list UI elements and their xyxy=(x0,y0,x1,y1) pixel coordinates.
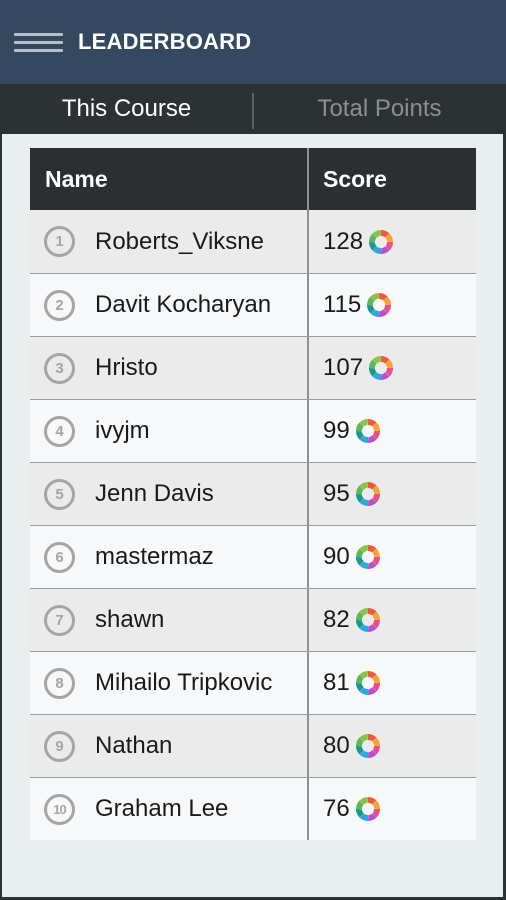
column-header-score: Score xyxy=(323,165,387,192)
rank-badge: 9 xyxy=(44,730,75,762)
score-value: 95 xyxy=(323,480,350,507)
leaderboard-content: Name Score 1 Roberts_Viksne 128 2 Davit Koch… xyxy=(2,134,503,897)
player-name: Mihailo Tripkovic xyxy=(95,669,273,696)
sololearn-logo-icon xyxy=(355,796,380,822)
table-header: Name Score xyxy=(30,148,476,210)
table-row[interactable]: 3 Hristo 107 xyxy=(30,336,476,399)
rank-badge: 6 xyxy=(44,541,75,573)
score-value: 90 xyxy=(323,543,350,570)
table-row[interactable]: 6 mastermaz 90 xyxy=(30,525,476,588)
table-row[interactable]: 9 Nathan 80 xyxy=(30,714,476,777)
score-value: 107 xyxy=(323,354,364,381)
score-cell: 95 xyxy=(309,463,476,525)
player-name: Jenn Davis xyxy=(95,480,214,507)
score-value: 99 xyxy=(323,417,350,444)
player-name: shawn xyxy=(95,606,165,633)
score-cell: 76 xyxy=(309,778,476,840)
player-name: Davit Kocharyan xyxy=(95,291,272,318)
table-row[interactable]: 1 Roberts_Viksne 128 xyxy=(30,210,476,273)
player-name: mastermaz xyxy=(95,543,214,570)
score-cell: 115 xyxy=(309,274,476,336)
name-cell: 9 Nathan xyxy=(30,715,309,777)
score-cell: 128 xyxy=(309,210,476,273)
tab-divider xyxy=(252,93,254,129)
sololearn-logo-icon xyxy=(355,544,380,570)
page-title: LEADERBOARD xyxy=(78,29,252,54)
score-value: 76 xyxy=(323,795,350,822)
sololearn-logo-icon xyxy=(355,481,380,507)
score-cell: 90 xyxy=(309,526,476,588)
sololearn-logo-icon xyxy=(355,733,380,759)
tab-bar: This Course Total Points xyxy=(0,84,506,134)
player-name: Hristo xyxy=(95,354,158,381)
rank-badge: 5 xyxy=(44,478,75,510)
table-row[interactable]: 4 ivyjm 99 xyxy=(30,399,476,462)
score-cell: 107 xyxy=(309,337,476,399)
rank-badge: 2 xyxy=(44,289,75,321)
table-row[interactable]: 8 Mihailo Tripkovic 81 xyxy=(30,651,476,714)
leaderboard-table: Name Score 1 Roberts_Viksne 128 2 Davit Koch… xyxy=(30,148,476,840)
name-cell: 7 shawn xyxy=(30,589,309,651)
rank-badge: 10 xyxy=(44,793,75,825)
table-body: 1 Roberts_Viksne 128 2 Davit Kocharyan 115 3 Hr… xyxy=(30,210,476,840)
score-value: 80 xyxy=(323,732,350,759)
sololearn-logo-icon xyxy=(367,292,392,318)
rank-badge: 4 xyxy=(44,415,75,447)
sololearn-logo-icon xyxy=(355,418,380,444)
rank-badge: 1 xyxy=(44,226,75,257)
table-row[interactable]: 2 Davit Kocharyan 115 xyxy=(30,273,476,336)
player-name: Roberts_Viksne xyxy=(95,227,264,255)
hamburger-menu-icon[interactable] xyxy=(14,33,63,53)
name-cell: 6 mastermaz xyxy=(30,526,309,588)
score-value: 82 xyxy=(323,606,350,633)
score-cell: 81 xyxy=(309,652,476,714)
name-cell: 8 Mihailo Tripkovic xyxy=(30,652,309,714)
score-value: 128 xyxy=(323,227,364,255)
tab-total-points[interactable]: Total Points xyxy=(253,84,506,134)
score-value: 81 xyxy=(323,669,350,696)
score-cell: 99 xyxy=(309,400,476,462)
column-header-name: Name xyxy=(30,148,309,210)
name-cell: 1 Roberts_Viksne xyxy=(30,210,309,273)
sololearn-logo-icon xyxy=(369,355,394,381)
app-bar: LEADERBOARD xyxy=(0,0,506,84)
name-cell: 10 Graham Lee xyxy=(30,778,309,840)
name-cell: 4 ivyjm xyxy=(30,400,309,462)
sololearn-logo-icon xyxy=(369,229,394,254)
name-cell: 2 Davit Kocharyan xyxy=(30,274,309,336)
table-row[interactable]: 10 Graham Lee 76 xyxy=(30,777,476,840)
sololearn-logo-icon xyxy=(355,607,380,633)
name-cell: 3 Hristo xyxy=(30,337,309,399)
rank-badge: 7 xyxy=(44,604,75,636)
score-value: 115 xyxy=(323,291,362,318)
table-row[interactable]: 7 shawn 82 xyxy=(30,588,476,651)
score-cell: 80 xyxy=(309,715,476,777)
rank-badge: 8 xyxy=(44,667,75,699)
tab-this-course[interactable]: This Course xyxy=(0,84,253,134)
player-name: Graham Lee xyxy=(95,795,229,822)
player-name: Nathan xyxy=(95,732,173,759)
rank-badge: 3 xyxy=(44,352,75,384)
score-cell: 82 xyxy=(309,589,476,651)
name-cell: 5 Jenn Davis xyxy=(30,463,309,525)
table-row[interactable]: 5 Jenn Davis 95 xyxy=(30,462,476,525)
player-name: ivyjm xyxy=(95,417,150,444)
sololearn-logo-icon xyxy=(355,670,380,696)
